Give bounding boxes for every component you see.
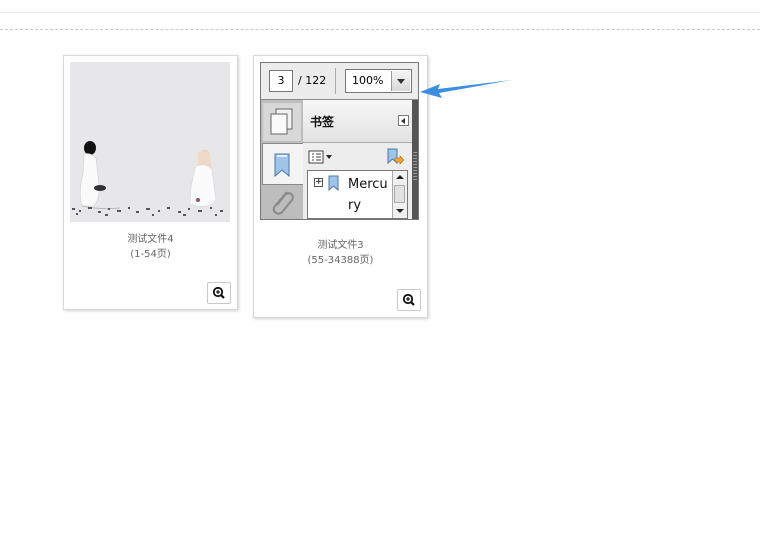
chevron-down-icon[interactable] — [391, 71, 410, 91]
collapse-panel-icon[interactable] — [398, 115, 409, 126]
dashed-divider — [0, 29, 760, 30]
pdf-viewer-thumbnail[interactable]: 3 / 122 100% 书签 + Mercury — [260, 62, 419, 220]
annotation-arrow-icon — [420, 80, 512, 98]
document-card-1[interactable]: 测试文件4 (1-54页) — [63, 55, 238, 310]
pages-tab[interactable] — [263, 103, 301, 141]
bookmark-action-button[interactable] — [386, 148, 405, 166]
panel-header: 书签 — [303, 100, 414, 143]
document-page-range: (55-34388页) — [307, 255, 374, 266]
zoom-in-icon — [402, 293, 415, 306]
document-card-2[interactable]: 3 / 122 100% 书签 + Mercury 测试文件3 (55-3438… — [253, 55, 428, 318]
expand-icon[interactable]: + — [314, 178, 323, 187]
options-button[interactable] — [308, 149, 334, 164]
scroll-thumb[interactable] — [394, 185, 405, 203]
panel-resize-handle[interactable] — [412, 100, 418, 219]
document-page-range: (1-54页) — [130, 249, 171, 260]
attachments-tab[interactable] — [263, 186, 301, 219]
zoom-in-button[interactable] — [207, 282, 231, 304]
scroll-up-icon[interactable] — [393, 172, 406, 183]
pages-icon — [270, 108, 293, 135]
zoom-value: 100% — [352, 74, 384, 87]
page-total: / 122 — [298, 74, 327, 87]
attachment-icon — [272, 191, 294, 215]
side-tabs — [261, 100, 304, 219]
toolbar-separator — [335, 68, 336, 94]
zoom-in-button[interactable] — [397, 289, 421, 311]
panel-title: 书签 — [310, 115, 335, 129]
bookmark-action-icon — [387, 148, 405, 165]
document-thumbnail[interactable] — [70, 62, 230, 222]
scrollbar[interactable] — [392, 171, 407, 218]
thumbnail-illustration — [72, 141, 223, 216]
pdf-toolbar: 3 / 122 100% — [261, 63, 418, 100]
bookmark-item-icon — [328, 175, 339, 191]
zoom-in-icon — [212, 286, 225, 299]
grip-icon — [413, 152, 417, 182]
document-title: 测试文件3 — [317, 240, 364, 251]
bookmark-list: + Mercury — [307, 170, 408, 219]
bookmarks-panel: 书签 + Mercury — [303, 100, 414, 219]
scroll-down-icon[interactable] — [393, 206, 406, 217]
bookmark-icon — [274, 153, 290, 178]
options-icon — [308, 150, 332, 164]
top-divider — [0, 12, 760, 13]
bookmarks-tab[interactable] — [262, 143, 304, 185]
document-title: 测试文件4 — [127, 234, 174, 245]
bookmark-item[interactable]: Mercury — [348, 174, 392, 216]
panel-tools — [303, 143, 414, 169]
page-number-input[interactable]: 3 — [269, 70, 293, 92]
zoom-select[interactable]: 100% — [345, 69, 412, 93]
